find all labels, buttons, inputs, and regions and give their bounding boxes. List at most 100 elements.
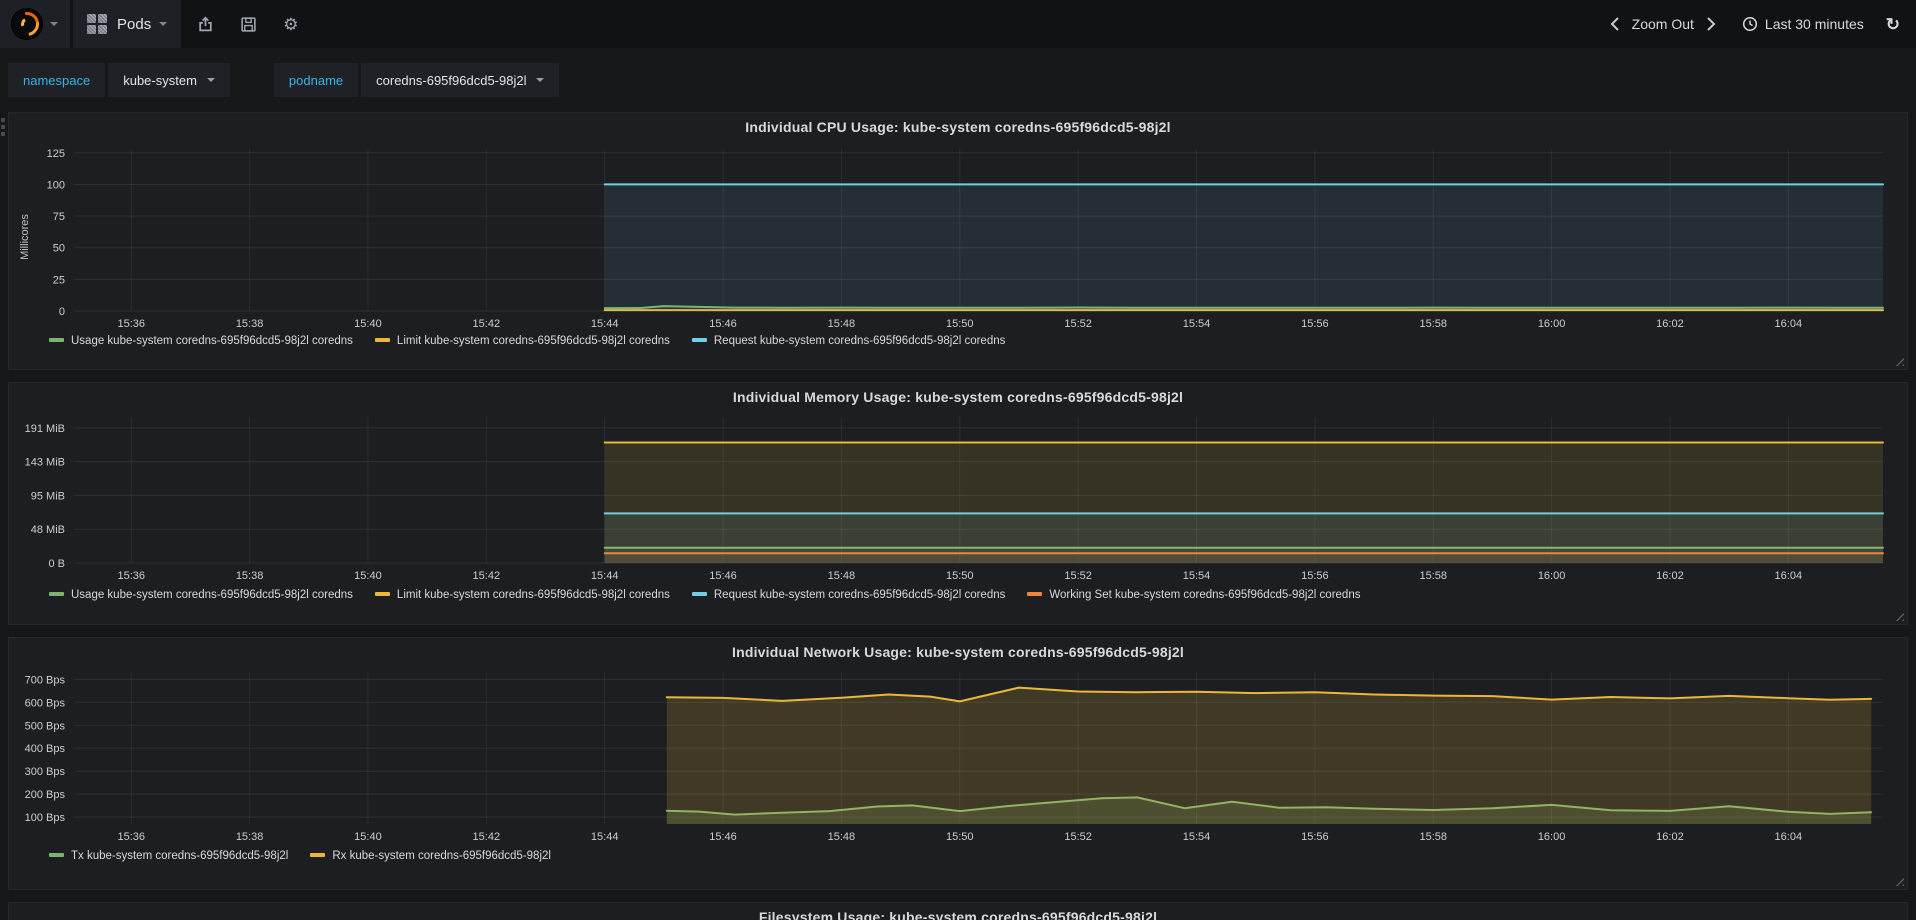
chart-canvas[interactable]: 15:36 15:38 15:40 15:42 15:44 15:46 15:48 15:50… xyxy=(9,666,1893,848)
chevron-down-icon xyxy=(50,22,58,26)
svg-text:100 Bps: 100 Bps xyxy=(25,812,66,824)
svg-text:48 MiB: 48 MiB xyxy=(31,524,65,536)
legend-series-swatch xyxy=(374,338,390,342)
panel-title[interactable]: Filesystem Usage: kube-system coredns-69… xyxy=(9,903,1907,920)
svg-text:15:46: 15:46 xyxy=(709,831,737,843)
svg-text:25: 25 xyxy=(53,274,65,286)
svg-text:16:00: 16:00 xyxy=(1538,831,1566,843)
settings-button[interactable]: ⚙ xyxy=(270,0,311,48)
svg-text:16:00: 16:00 xyxy=(1538,570,1566,582)
panel-resize-handle[interactable] xyxy=(1892,609,1904,621)
svg-text:15:48: 15:48 xyxy=(828,318,856,330)
legend-item[interactable]: Tx kube-system coredns-695f96dcd5-98j2l xyxy=(49,850,288,862)
variable-namespace: namespace kube-system xyxy=(8,63,230,97)
svg-text:0: 0 xyxy=(59,306,65,318)
refresh-button[interactable]: ↻ xyxy=(1880,0,1906,48)
chevron-down-icon xyxy=(206,78,215,82)
save-button[interactable] xyxy=(227,0,270,48)
panel-title[interactable]: Individual Network Usage: kube-system co… xyxy=(9,638,1907,666)
legend-item[interactable]: Working Set kube-system coredns-695f96dc… xyxy=(1027,589,1360,601)
legend-series-swatch xyxy=(691,338,707,342)
svg-text:15:58: 15:58 xyxy=(1419,318,1447,330)
legend-item[interactable]: Limit kube-system coredns-695f96dcd5-98j… xyxy=(374,589,670,601)
panel-title[interactable]: Individual CPU Usage: kube-system coredn… xyxy=(9,113,1907,141)
variable-value: coredns-695f96dcd5-98j2l xyxy=(376,72,527,88)
panel-cpu-usage: Individual CPU Usage: kube-system coredn… xyxy=(8,112,1908,370)
legend-series-swatch xyxy=(49,338,64,342)
svg-text:15:56: 15:56 xyxy=(1301,570,1329,582)
clock-icon xyxy=(1742,16,1757,32)
zoom-out-label: Zoom Out xyxy=(1631,16,1694,32)
legend-item[interactable]: Usage kube-system coredns-695f96dcd5-98j… xyxy=(49,589,353,601)
legend-item[interactable]: Usage kube-system coredns-695f96dcd5-98j… xyxy=(49,335,353,347)
svg-text:600 Bps: 600 Bps xyxy=(25,697,66,709)
legend: Usage kube-system coredns-695f96dcd5-98j… xyxy=(9,333,1907,355)
variable-podname: podname coredns-695f96dcd5-98j2l xyxy=(273,63,560,97)
svg-text:75: 75 xyxy=(53,211,65,223)
svg-text:15:56: 15:56 xyxy=(1301,831,1329,843)
svg-text:15:40: 15:40 xyxy=(354,318,382,330)
svg-text:15:44: 15:44 xyxy=(591,318,619,330)
svg-text:200 Bps: 200 Bps xyxy=(25,789,66,801)
svg-text:15:40: 15:40 xyxy=(354,570,382,582)
panel-resize-handle[interactable] xyxy=(1892,354,1904,366)
svg-text:15:50: 15:50 xyxy=(946,318,974,330)
svg-text:16:04: 16:04 xyxy=(1775,831,1803,843)
chart-canvas[interactable]: 15:36 15:38 15:40 15:42 15:44 15:46 15:48 15:50… xyxy=(9,141,1893,333)
svg-text:191 MiB: 191 MiB xyxy=(25,423,65,435)
variable-label: podname xyxy=(273,63,359,97)
grafana-menu-button[interactable] xyxy=(0,0,70,48)
svg-text:15:38: 15:38 xyxy=(236,831,264,843)
legend-item[interactable]: Rx kube-system coredns-695f96dcd5-98j2l xyxy=(310,850,551,862)
legend-series-swatch xyxy=(49,592,64,596)
legend-series-swatch xyxy=(1027,592,1043,596)
chevron-down-icon xyxy=(159,22,168,26)
legend-item[interactable]: Limit kube-system coredns-695f96dcd5-98j… xyxy=(374,335,670,347)
svg-text:15:52: 15:52 xyxy=(1064,318,1092,330)
chevron-right-icon xyxy=(1707,17,1716,31)
svg-text:16:02: 16:02 xyxy=(1656,831,1684,843)
share-button[interactable] xyxy=(184,0,227,48)
variable-value-dropdown[interactable]: coredns-695f96dcd5-98j2l xyxy=(361,63,560,97)
panel-title[interactable]: Individual Memory Usage: kube-system cor… xyxy=(9,383,1907,411)
svg-text:16:02: 16:02 xyxy=(1656,318,1684,330)
svg-text:15:46: 15:46 xyxy=(709,318,737,330)
svg-text:15:48: 15:48 xyxy=(828,831,856,843)
variable-value-dropdown[interactable]: kube-system xyxy=(108,63,230,97)
time-picker-button[interactable]: Last 30 minutes xyxy=(1736,0,1870,48)
svg-text:15:46: 15:46 xyxy=(709,570,737,582)
svg-text:15:58: 15:58 xyxy=(1419,831,1447,843)
zoom-out-button[interactable]: Zoom Out xyxy=(1626,0,1700,48)
time-shift-back-button[interactable] xyxy=(1604,0,1626,48)
time-shift-forward-button[interactable] xyxy=(1700,0,1722,48)
legend-item[interactable]: Request kube-system coredns-695f96dcd5-9… xyxy=(691,335,1005,347)
row-drag-handle[interactable] xyxy=(1,118,5,136)
svg-text:16:04: 16:04 xyxy=(1775,570,1803,582)
svg-text:50: 50 xyxy=(53,243,65,255)
legend-item[interactable]: Request kube-system coredns-695f96dcd5-9… xyxy=(691,589,1005,601)
chart-canvas[interactable]: 15:36 15:38 15:40 15:42 15:44 15:46 15:48 15:50… xyxy=(9,411,1893,587)
svg-text:15:38: 15:38 xyxy=(236,318,264,330)
svg-text:125: 125 xyxy=(47,148,65,160)
panel-filesystem-usage: Filesystem Usage: kube-system coredns-69… xyxy=(8,902,1908,920)
panel-resize-handle[interactable] xyxy=(1892,874,1904,886)
svg-text:400 Bps: 400 Bps xyxy=(25,743,66,755)
svg-text:143 MiB: 143 MiB xyxy=(25,457,65,469)
svg-text:15:52: 15:52 xyxy=(1064,831,1092,843)
legend: Usage kube-system coredns-695f96dcd5-98j… xyxy=(9,587,1907,609)
svg-text:500 Bps: 500 Bps xyxy=(25,720,66,732)
chevron-left-icon xyxy=(1610,17,1619,31)
share-icon xyxy=(199,15,212,31)
template-variables-bar: namespace kube-system podname coredns-69… xyxy=(0,48,1916,106)
panel-network-usage: Individual Network Usage: kube-system co… xyxy=(8,637,1908,890)
chevron-down-icon xyxy=(536,78,545,82)
time-range-label: Last 30 minutes xyxy=(1764,16,1864,32)
svg-text:15:54: 15:54 xyxy=(1183,831,1211,843)
grafana-logo-icon xyxy=(12,9,42,39)
y-axis-label: Millicores xyxy=(19,214,31,260)
svg-text:0 B: 0 B xyxy=(48,558,65,570)
svg-text:15:36: 15:36 xyxy=(117,831,145,843)
legend-series-swatch xyxy=(691,592,707,596)
dashboard-picker[interactable]: Pods xyxy=(73,0,182,48)
svg-text:95 MiB: 95 MiB xyxy=(31,490,65,502)
